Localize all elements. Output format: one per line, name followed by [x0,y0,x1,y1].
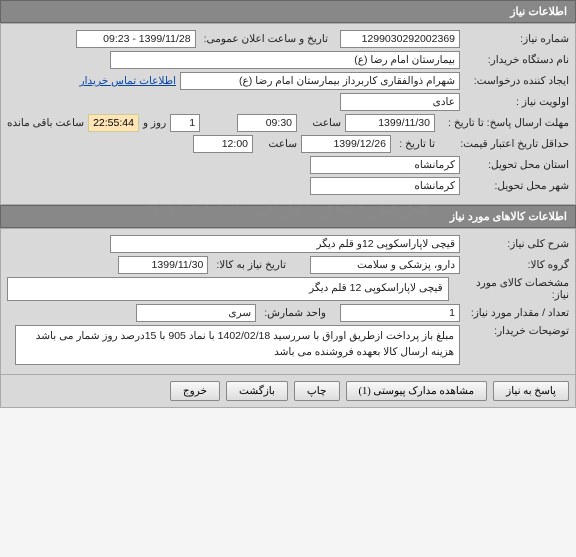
section2-header: اطلاعات کالاهای مورد نیاز [0,205,576,228]
attachments-button[interactable]: مشاهده مدارک پیوستی (1) [346,381,488,401]
qty-value: 1 [340,304,460,322]
desc-value: قیچی لاپاراسکوپی 12و قلم دیگر [110,235,460,253]
days-value: 1 [170,114,200,132]
validity-date: 1399/12/26 [301,135,391,153]
req-date-value: 1399/11/30 [118,256,208,274]
notes-value: مبلغ باز پرداخت ازطریق اوراق با سررسید 1… [15,325,460,365]
desc-label: شرح کلی نیاز: [464,238,569,250]
back-button[interactable]: بازگشت [226,381,288,401]
section1-header: اطلاعات نیاز [0,0,576,23]
buyer-label: نام دستگاه خریدار: [464,54,569,66]
req-date-label: تاریخ نیاز به کالا: [212,259,306,271]
city-label: شهر محل تحویل: [464,180,569,192]
validity-sub: تا تاریخ : [395,138,435,150]
contact-link[interactable]: اطلاعات تماس خریدار [80,75,176,87]
province-label: استان محل تحویل: [464,159,569,171]
time-label-1: ساعت [301,117,341,129]
buyer-value: بیمارستان امام رضا (ع) [110,51,460,69]
req-no-value: 1299030292002369 [340,30,460,48]
respond-button[interactable]: پاسخ به نیاز [493,381,569,401]
remain-label: ساعت باقی مانده [7,117,84,129]
days-label: روز و [143,117,166,129]
announce-value: 1399/11/28 - 09:23 [76,30,196,48]
button-bar: پاسخ به نیاز مشاهده مدارک پیوستی (1) چاپ… [0,375,576,408]
province-value: کرمانشاه [310,156,460,174]
priority-value: عادی [340,93,460,111]
validity-time: 12:00 [193,135,253,153]
section1-body: شماره نیاز: 1299030292002369 تاریخ و ساع… [0,23,576,205]
section2-body: شرح کلی نیاز: قیچی لاپاراسکوپی 12و قلم د… [0,228,576,375]
time-label-2: ساعت [257,138,297,150]
group-label: گروه کالا: [464,259,569,271]
creator-label: ایجاد کننده درخواست: [464,75,569,87]
deadline-date: 1399/11/30 [345,114,435,132]
deadline-label: مهلت ارسال پاسخ: تا تاریخ : [439,117,569,129]
creator-value: شهرام ذوالفقاری کاربرداز بیمارستان امام … [180,72,460,90]
city-value: کرمانشاه [310,177,460,195]
qty-label: تعداد / مقدار مورد نیاز: [464,307,569,319]
spec-label: مشخصات کالای مورد نیاز: [453,277,569,301]
unit-value: سری [136,304,256,322]
exit-button[interactable]: خروج [170,381,220,401]
validity-label: حداقل تاریخ اعتبار قیمت: [439,138,569,151]
unit-label: واحد شمارش: [260,307,336,319]
validity-label-1: حداقل تاریخ اعتبار قیمت: [460,138,569,150]
req-no-label: شماره نیاز: [464,33,569,45]
notes-label: توضیحات خریدار: [464,325,569,337]
countdown: 22:55:44 [88,114,139,132]
spec-value: قیچی لاپاراسکوپی 12 قلم دیگر [7,277,449,301]
deadline-time: 09:30 [237,114,297,132]
announce-label: تاریخ و ساعت اعلان عمومی: [200,33,336,45]
print-button[interactable]: چاپ [294,381,340,401]
priority-label: اولویت نیاز : [464,96,569,108]
group-value: دارو، پزشکی و سلامت [310,256,460,274]
